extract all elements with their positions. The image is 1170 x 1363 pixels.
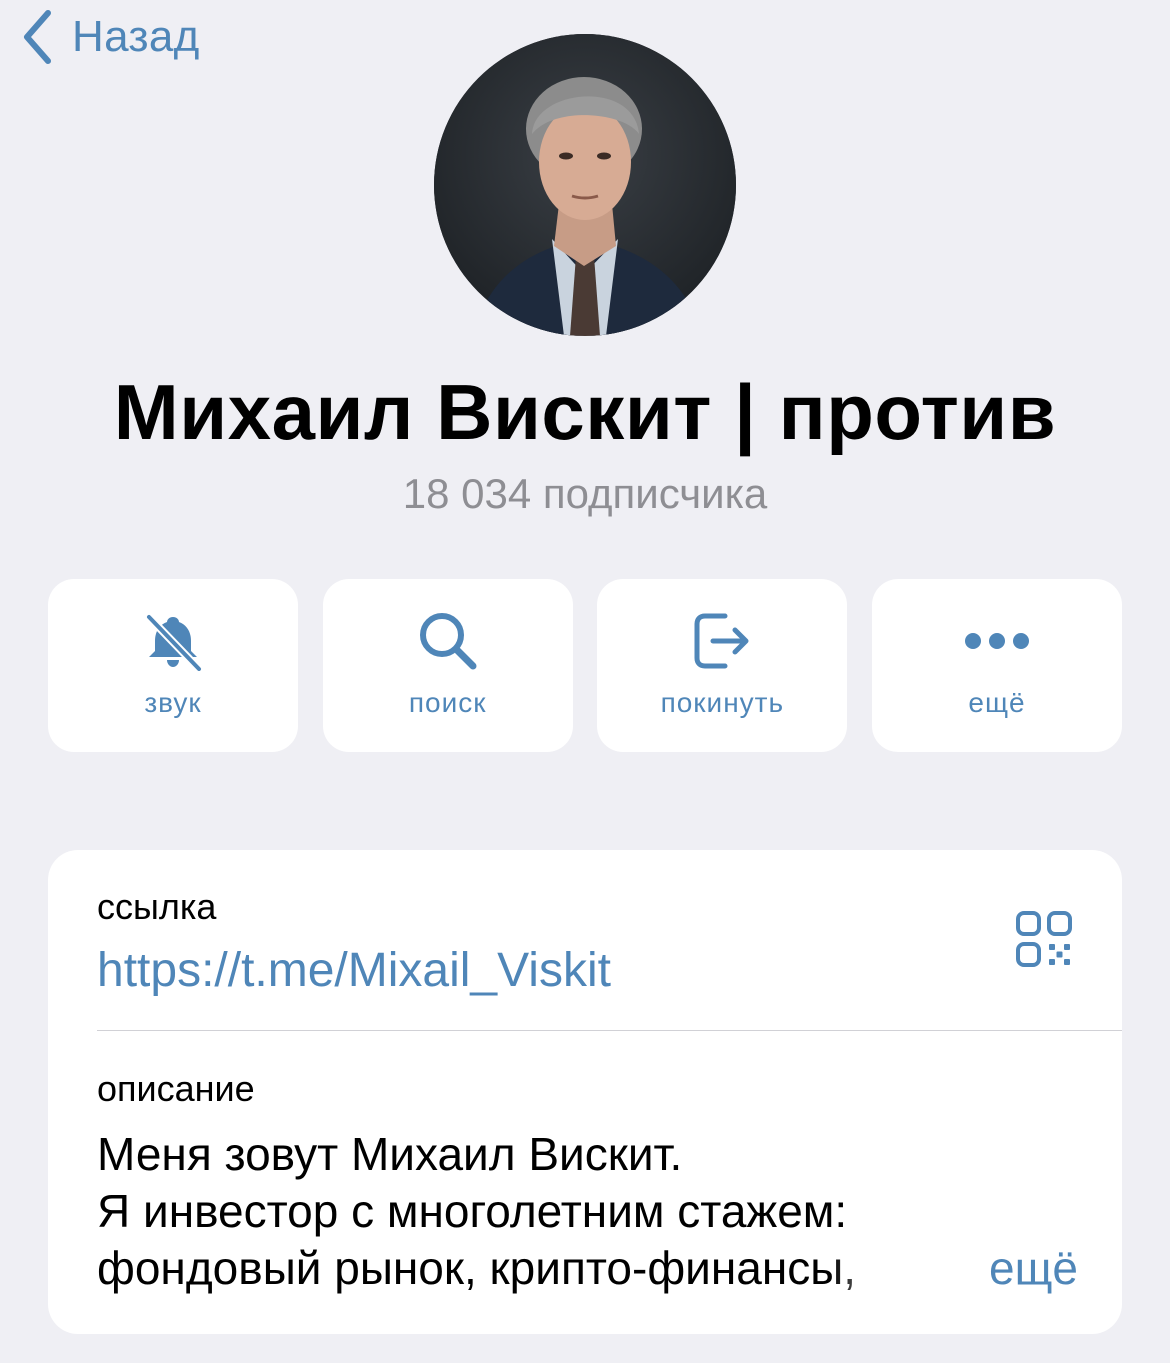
- more-button[interactable]: ещё: [871, 579, 1122, 752]
- leave-label: покинуть: [660, 687, 785, 718]
- back-label: Назад: [72, 12, 200, 61]
- description-more-link[interactable]: ещё: [978, 1240, 1078, 1297]
- chevron-left-icon: [22, 9, 52, 65]
- search-icon: [323, 609, 573, 673]
- description-line: Меня зовут Михаил Вискит.: [97, 1128, 683, 1180]
- link-caption: ссылка: [97, 886, 217, 927]
- back-button[interactable]: Назад: [22, 6, 200, 68]
- description-line: Я инвестор с многолетним стажем:: [97, 1185, 848, 1237]
- avatar[interactable]: [434, 34, 736, 336]
- qr-code-icon[interactable]: [1015, 910, 1073, 968]
- description-caption: описание: [97, 1068, 255, 1109]
- more-label: ещё: [968, 687, 1026, 718]
- leave-icon: [597, 609, 847, 673]
- channel-title: Михаил Вискит | против: [113, 368, 1057, 456]
- sound-button[interactable]: звук: [48, 579, 298, 752]
- action-bar: звук поиск покинуть ещё: [48, 579, 1122, 752]
- search-label: поиск: [408, 687, 487, 718]
- text-fade: [830, 1236, 950, 1298]
- info-card: ссылка https://t.me/Mixail_Viskit описан…: [48, 850, 1122, 1334]
- bell-slash-icon: [48, 609, 298, 673]
- sound-label: звук: [144, 687, 202, 718]
- channel-link[interactable]: https://t.me/Mixail_Viskit: [97, 941, 611, 1001]
- search-button[interactable]: поиск: [322, 579, 573, 752]
- leave-button[interactable]: покинуть: [597, 579, 848, 752]
- more-dots-icon: [872, 609, 1122, 673]
- subscriber-count: 18 034 подписчика: [402, 470, 768, 517]
- divider: [97, 1030, 1122, 1031]
